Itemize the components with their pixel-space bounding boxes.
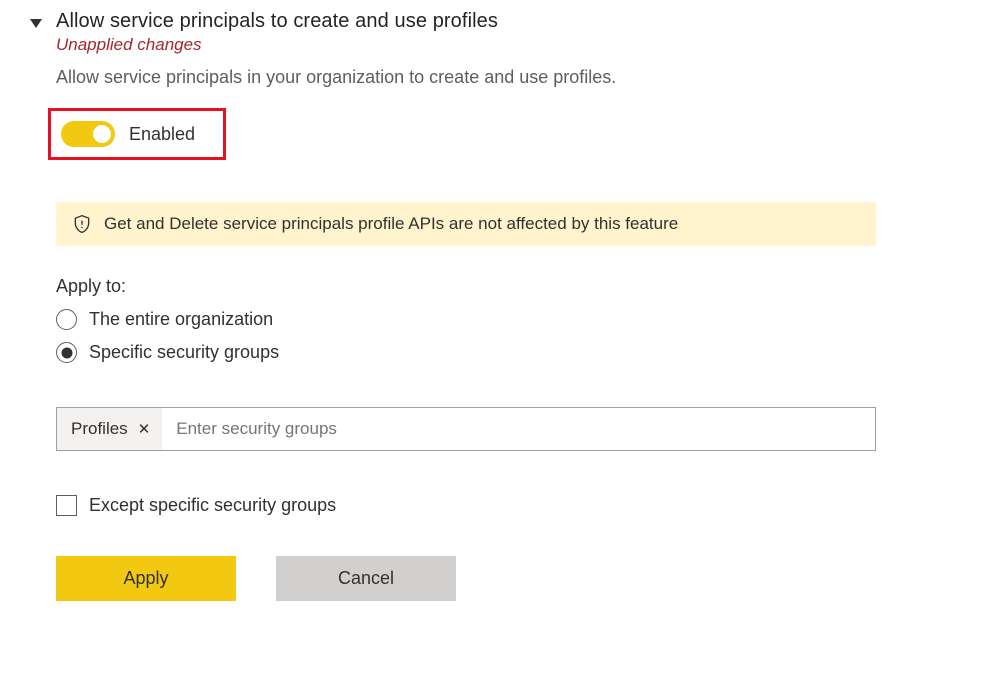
action-buttons: Apply Cancel <box>56 556 896 601</box>
security-groups-text-input[interactable] <box>162 408 875 450</box>
cancel-button[interactable]: Cancel <box>276 556 456 601</box>
shield-warning-icon <box>72 214 92 234</box>
apply-button[interactable]: Apply <box>56 556 236 601</box>
warning-text: Get and Delete service principals profil… <box>104 214 678 234</box>
radio-label: Specific security groups <box>89 342 279 363</box>
collapse-caret-icon[interactable] <box>30 19 42 28</box>
toggle-knob-icon <box>93 125 111 143</box>
selected-group-tag: Profiles ✕ <box>57 408 162 450</box>
unapplied-changes-label: Unapplied changes <box>56 35 896 55</box>
radio-entire-organization[interactable]: The entire organization <box>56 309 896 330</box>
radio-icon <box>56 342 77 363</box>
setting-panel: Allow service principals to create and u… <box>56 10 896 601</box>
enabled-toggle-highlight: Enabled <box>48 108 226 160</box>
tag-label: Profiles <box>71 419 128 439</box>
setting-title: Allow service principals to create and u… <box>56 10 896 33</box>
tag-remove-icon[interactable]: ✕ <box>138 420 151 438</box>
radio-label: The entire organization <box>89 309 273 330</box>
apply-to-label: Apply to: <box>56 276 896 297</box>
checkbox-label: Except specific security groups <box>89 495 336 516</box>
enabled-toggle[interactable] <box>61 121 115 147</box>
warning-banner: Get and Delete service principals profil… <box>56 202 876 246</box>
security-groups-input[interactable]: Profiles ✕ <box>56 407 876 451</box>
toggle-state-label: Enabled <box>129 124 195 145</box>
radio-icon <box>56 309 77 330</box>
checkbox-icon <box>56 495 77 516</box>
radio-specific-security-groups[interactable]: Specific security groups <box>56 342 896 363</box>
setting-description: Allow service principals in your organiz… <box>56 67 896 88</box>
except-groups-checkbox[interactable]: Except specific security groups <box>56 495 896 516</box>
